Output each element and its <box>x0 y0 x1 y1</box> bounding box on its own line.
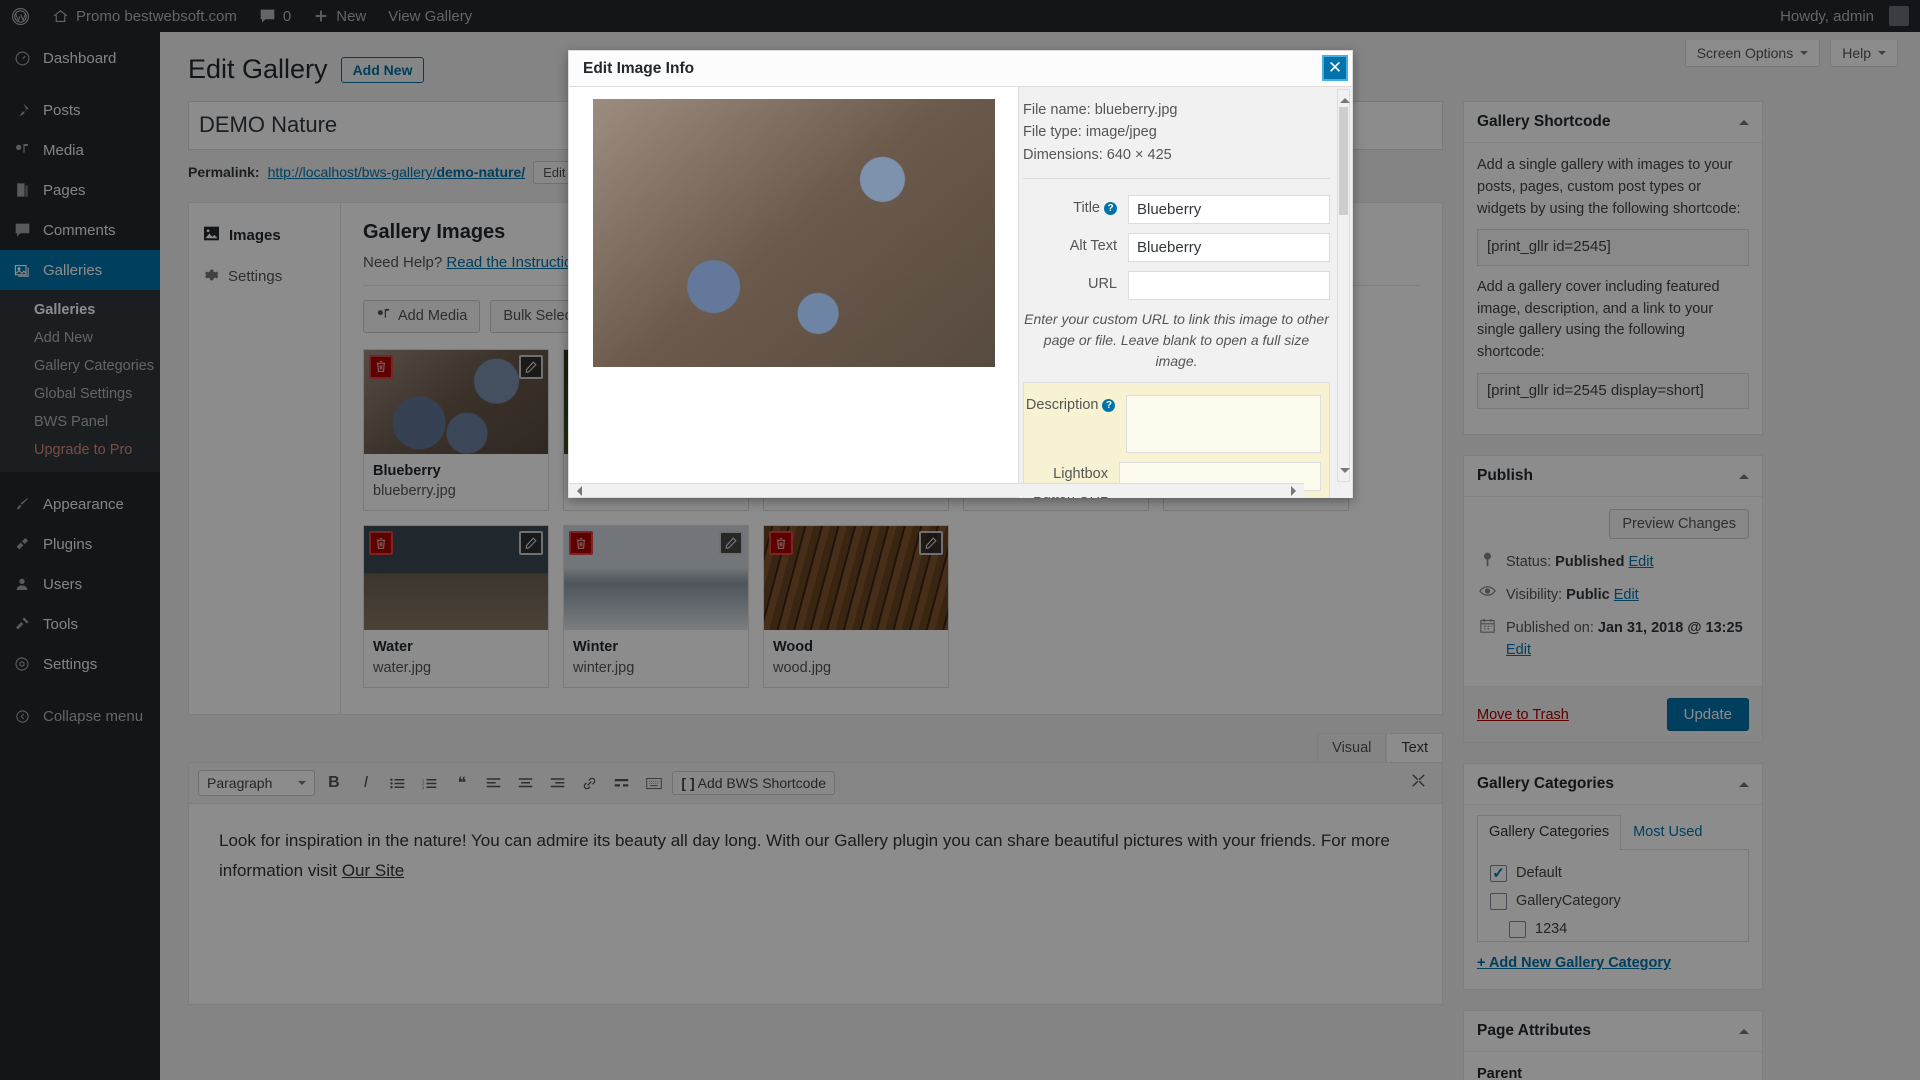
image-preview <box>593 99 995 367</box>
modal-title: Edit Image Info <box>583 60 694 78</box>
scroll-up-arrow-icon[interactable] <box>1340 93 1350 103</box>
dimensions-line: Dimensions: 640 × 425 <box>1023 144 1330 166</box>
highlighted-fields-group: Description ? Lightbox Button URL ? <box>1023 382 1330 498</box>
close-icon[interactable]: ✕ <box>1322 55 1348 81</box>
scroll-down-arrow-icon[interactable] <box>1340 468 1350 478</box>
alt-text-input[interactable] <box>1128 233 1330 262</box>
help-icon[interactable]: ? <box>1104 202 1117 215</box>
modal-preview-pane <box>569 87 1019 498</box>
alt-text-field-row: Alt Text <box>1023 233 1330 262</box>
alt-text-field-label: Alt Text <box>1070 238 1117 254</box>
url-input[interactable] <box>1128 271 1330 300</box>
title-input[interactable] <box>1128 195 1330 224</box>
modal-body: File name: blueberry.jpg File type: imag… <box>569 87 1352 498</box>
modal-vertical-scrollbar[interactable] <box>1337 89 1350 482</box>
modal-horizontal-scrollbar[interactable] <box>569 483 1304 497</box>
file-type-line: File type: image/jpeg <box>1023 121 1330 143</box>
file-metadata: File name: blueberry.jpg File type: imag… <box>1023 99 1330 166</box>
url-hint-text: Enter your custom URL to link this image… <box>1023 309 1330 372</box>
url-field-row: URL <box>1023 271 1330 300</box>
description-textarea[interactable] <box>1126 395 1321 453</box>
description-field-label: Description <box>1026 397 1099 413</box>
modal-form-pane: File name: blueberry.jpg File type: imag… <box>1019 87 1352 498</box>
scroll-right-arrow-icon[interactable] <box>1291 486 1301 496</box>
help-icon[interactable]: ? <box>1102 399 1115 412</box>
scroll-left-arrow-icon[interactable] <box>572 486 582 496</box>
url-field-label: URL <box>1088 276 1117 292</box>
edit-image-info-modal: Edit Image Info ✕ File name: blueberry.j… <box>568 50 1353 498</box>
divider <box>1023 178 1330 179</box>
description-field-row: Description ? <box>1024 395 1321 453</box>
file-name-line: File name: blueberry.jpg <box>1023 99 1330 121</box>
title-field-row: Title ? <box>1023 195 1330 224</box>
title-field-label: Title <box>1073 200 1100 216</box>
scrollbar-thumb[interactable] <box>1339 107 1348 215</box>
modal-header: Edit Image Info <box>569 51 1352 87</box>
